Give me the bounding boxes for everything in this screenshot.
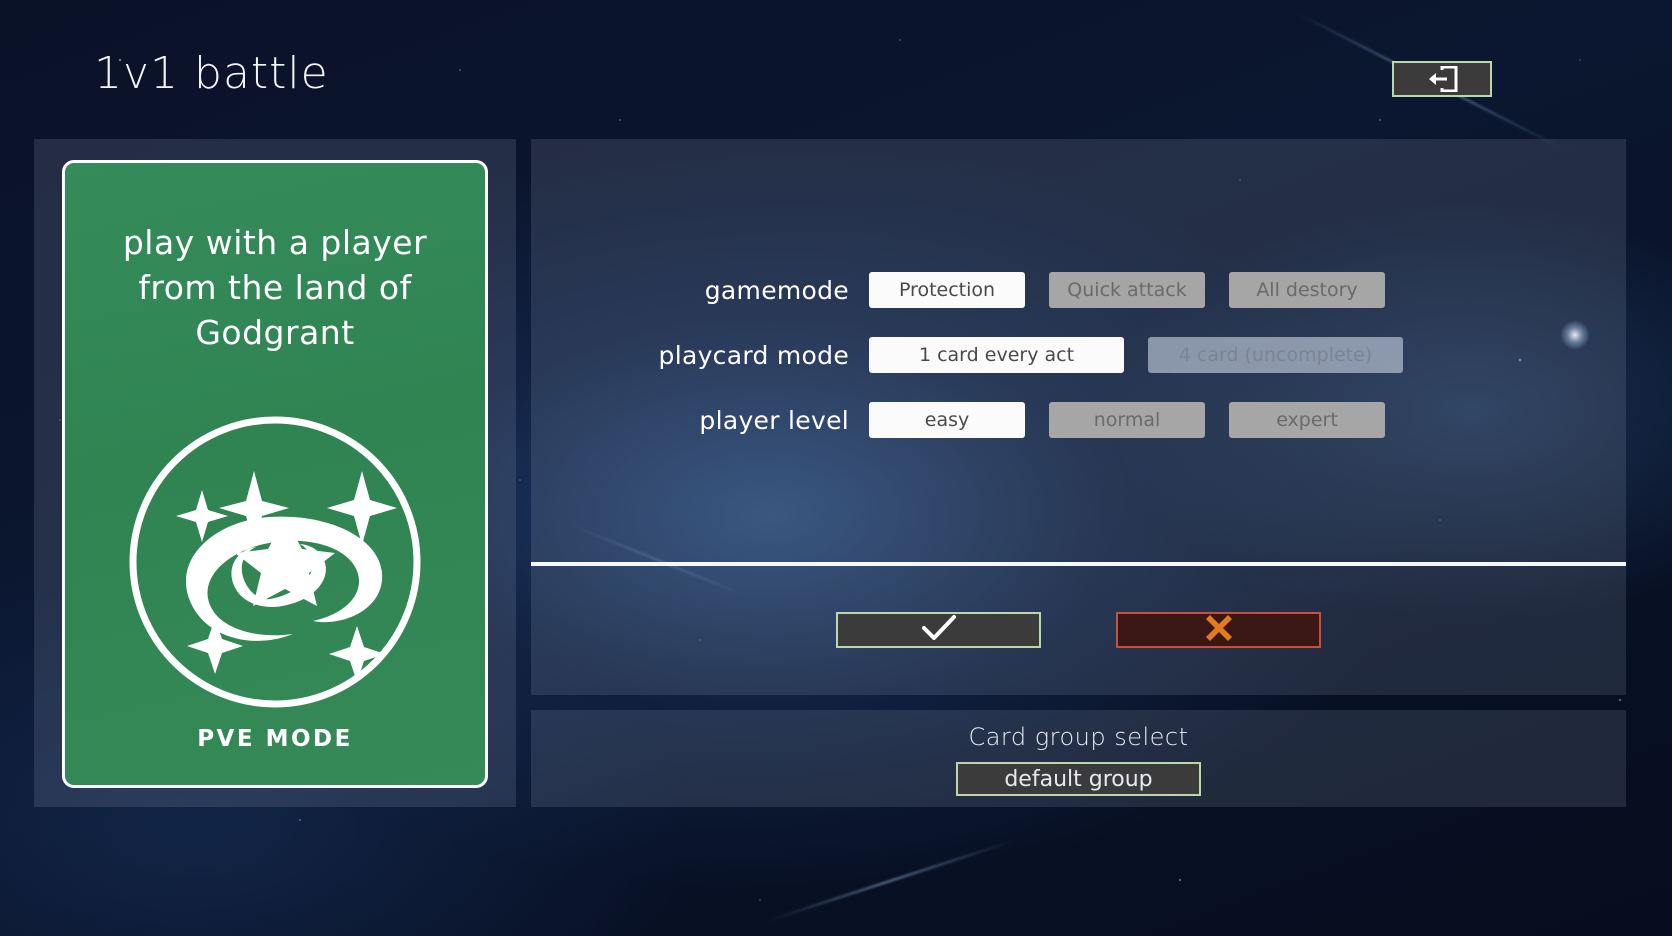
- option-playcard-4-card: 4 card (uncomplete): [1148, 337, 1403, 373]
- setting-label-gamemode: gamemode: [704, 275, 849, 305]
- card-mode-label: PVE MODE: [197, 726, 353, 752]
- setting-label-playcard-mode: playcard mode: [658, 340, 849, 370]
- setting-row-gamemode: gamemode Protection Quick attack All des…: [531, 266, 1626, 314]
- game-mode-card[interactable]: play with a player from the land of Godg…: [62, 160, 488, 788]
- option-gamemode-all-destory[interactable]: All destory: [1229, 272, 1385, 308]
- option-level-easy[interactable]: easy: [869, 402, 1025, 438]
- option-gamemode-protection[interactable]: Protection: [869, 272, 1025, 308]
- action-buttons: [531, 612, 1626, 648]
- galaxy-swirl-stars-emblem-icon: [117, 413, 433, 711]
- checkmark-icon: [920, 614, 958, 646]
- card-preview-panel: play with a player from the land of Godg…: [34, 139, 516, 807]
- option-playcard-1-card-every-act[interactable]: 1 card every act: [869, 337, 1124, 373]
- exit-button[interactable]: [1392, 61, 1492, 97]
- cancel-button[interactable]: [1116, 612, 1321, 648]
- option-level-expert[interactable]: expert: [1229, 402, 1385, 438]
- option-level-normal[interactable]: normal: [1049, 402, 1205, 438]
- setting-label-player-level: player level: [699, 405, 849, 435]
- setting-row-player-level: player level easy normal expert: [531, 396, 1626, 444]
- card-description: play with a player from the land of Godg…: [122, 223, 428, 352]
- page-title: 1v1 battle: [94, 48, 329, 99]
- card-group-select-button[interactable]: default group: [956, 762, 1201, 796]
- light-streak-icon: [766, 839, 1014, 923]
- exit-icon: [1425, 66, 1459, 92]
- confirm-button[interactable]: [836, 612, 1041, 648]
- settings-panel: gamemode Protection Quick attack All des…: [531, 139, 1626, 695]
- settings-rows: gamemode Protection Quick attack All des…: [531, 266, 1626, 461]
- card-group-panel: Card group select default group: [531, 710, 1626, 807]
- section-divider: [531, 562, 1626, 566]
- option-gamemode-quick-attack[interactable]: Quick attack: [1049, 272, 1205, 308]
- card-group-title: Card group select: [968, 723, 1189, 751]
- cross-icon: [1204, 613, 1234, 647]
- setting-row-playcard-mode: playcard mode 1 card every act 4 card (u…: [531, 331, 1626, 379]
